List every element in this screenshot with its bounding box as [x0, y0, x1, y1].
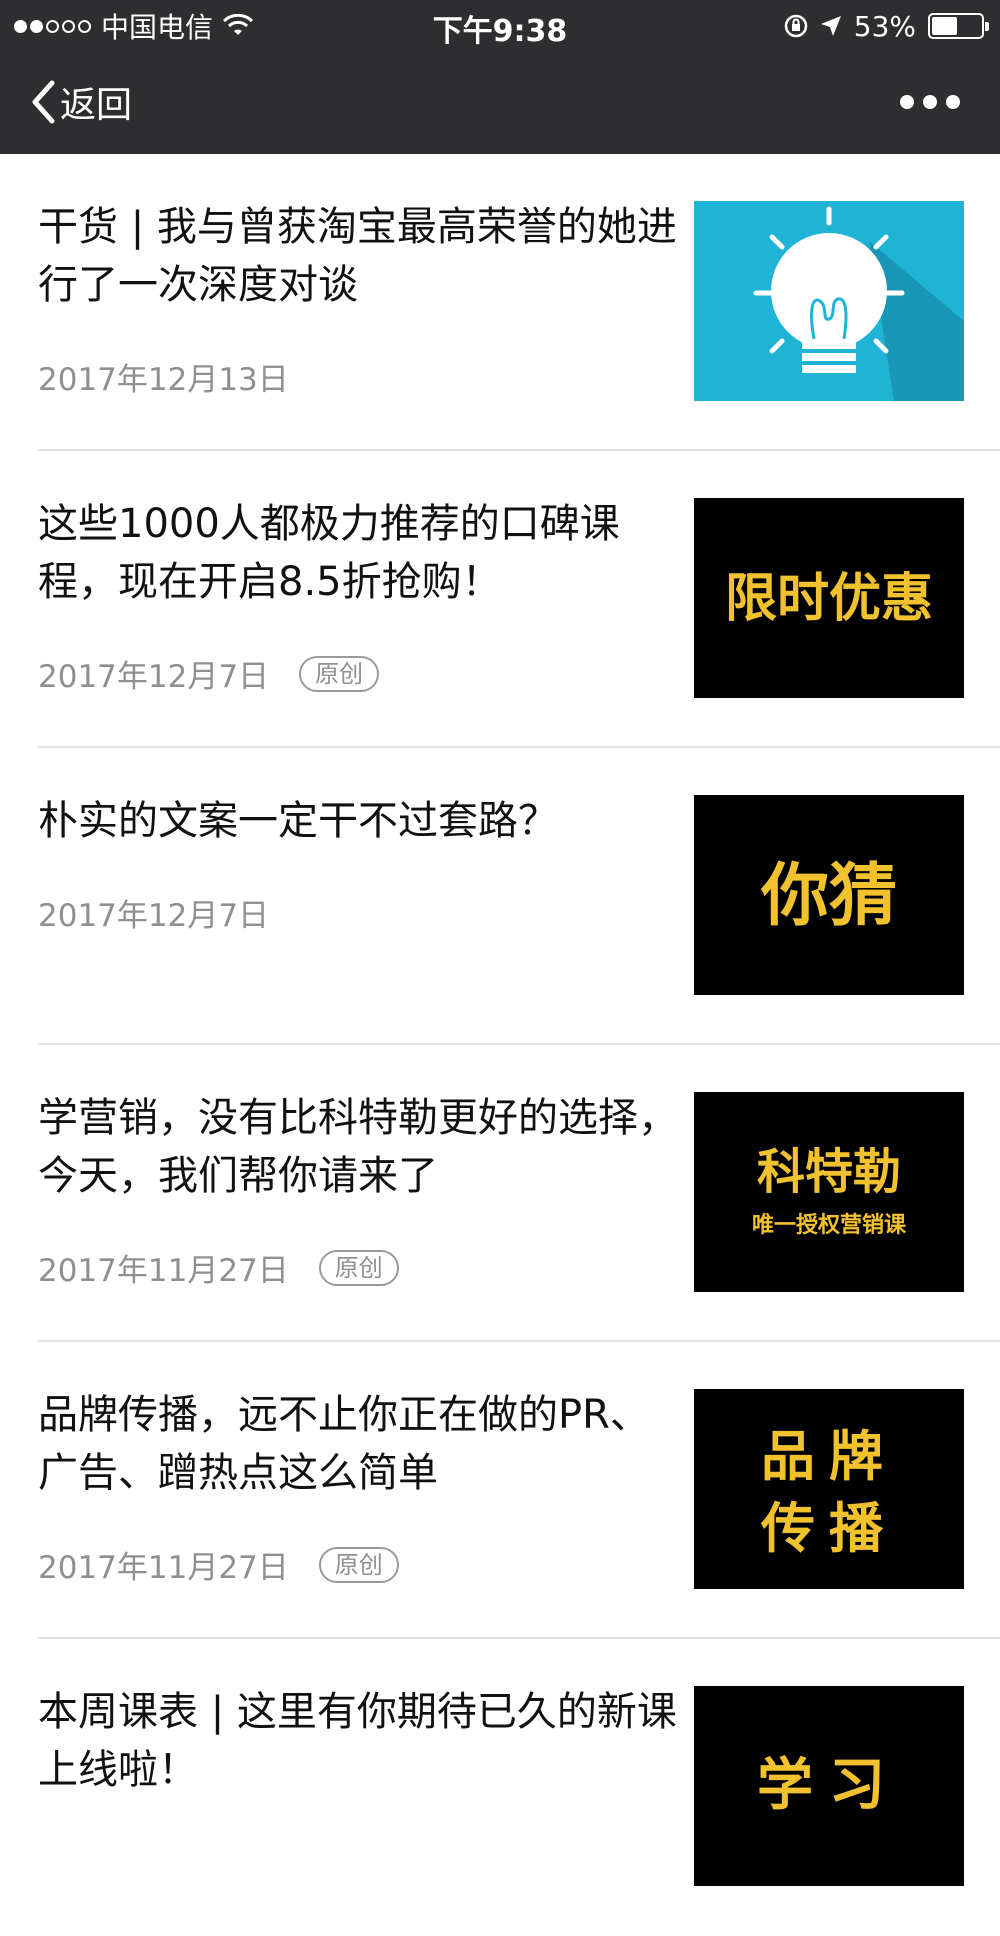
- article-date: 2017年12月13日: [38, 362, 289, 398]
- article-item[interactable]: 学营销，没有比科特勒更好的选择，今天，我们帮你请来了 2017年11月27日 原…: [0, 1045, 1000, 1342]
- article-title: 品牌传播，远不止你正在做的PR、广告、蹭热点这么简单: [38, 1392, 650, 1496]
- thumbnail-text: 科特勒: [757, 1144, 901, 1200]
- article-thumbnail: 科特勒 唯一授权营销课: [694, 1092, 964, 1292]
- original-badge: 原创: [318, 1249, 399, 1286]
- back-button[interactable]: 返回: [30, 72, 132, 132]
- thumbnail-art: 学习: [694, 1686, 964, 1886]
- article-title: 这些1000人都极力推荐的口碑课程，现在开启8.5折抢购！: [38, 501, 620, 605]
- thumbnail-text: 你猜: [760, 856, 897, 936]
- article-meta: 2017年11月27日 原创: [38, 1542, 399, 1587]
- chevron-left-icon: [32, 80, 55, 124]
- article-item[interactable]: 朴实的文案一定干不过套路？ 2017年12月7日 你猜: [0, 748, 1000, 1045]
- battery-icon: [928, 13, 989, 39]
- thumbnail-art: 你猜: [694, 795, 964, 995]
- battery-percent: 53%: [853, 9, 916, 43]
- article-thumbnail: [694, 201, 964, 401]
- article-title: 本周课表 | 这里有你期待已久的新课上线啦！: [38, 1689, 677, 1793]
- back-label: 返回: [60, 85, 133, 126]
- thumbnail-art: 限时优惠: [694, 498, 964, 698]
- article-list: 干货 | 我与曾获淘宝最高荣誉的她进行了一次深度对谈 2017年12月13日 这…: [0, 154, 1000, 1936]
- more-icon[interactable]: [900, 82, 960, 122]
- article-title: 干货 | 我与曾获淘宝最高荣誉的她进行了一次深度对谈: [38, 204, 677, 308]
- location-arrow-icon: [820, 16, 841, 36]
- article-date: 2017年11月27日: [38, 1253, 289, 1289]
- article-thumbnail: 你猜: [694, 795, 964, 995]
- article-meta: 2017年12月7日: [38, 890, 269, 935]
- article-item[interactable]: 品牌传播，远不止你正在做的PR、广告、蹭热点这么简单 2017年11月27日 原…: [0, 1342, 1000, 1639]
- article-thumbnail: 限时优惠: [694, 498, 964, 698]
- article-meta: 2017年11月27日 原创: [38, 1245, 399, 1290]
- thumbnail-subtext: 唯一授权营销课: [752, 1212, 907, 1238]
- thumbnail-text: 限时优惠: [725, 568, 933, 629]
- status-bar: 中国电信 下午9:38 53%: [0, 0, 1000, 52]
- status-right: 53%: [784, 8, 989, 44]
- article-title: 朴实的文案一定干不过套路？: [38, 798, 558, 844]
- article-item[interactable]: 本周课表 | 这里有你期待已久的新课上线啦！ 学习: [0, 1639, 1000, 1936]
- article-item[interactable]: 这些1000人都极力推荐的口碑课程，现在开启8.5折抢购！ 2017年12月7日…: [0, 451, 1000, 748]
- thumbnail-art: 品牌 传播: [694, 1389, 964, 1589]
- thumbnail-text: 学习: [757, 1752, 901, 1818]
- rotation-lock-icon: [784, 14, 808, 38]
- article-date: 2017年11月27日: [38, 1550, 289, 1586]
- thumbnail-text: 品牌: [761, 1424, 897, 1488]
- article-meta: 2017年12月7日 原创: [38, 651, 380, 696]
- nav-bar: 返回: [0, 52, 1000, 154]
- lightbulb-icon: [694, 201, 964, 401]
- article-date: 2017年12月7日: [38, 898, 270, 934]
- article-meta: 2017年12月13日: [38, 354, 289, 399]
- article-item[interactable]: 干货 | 我与曾获淘宝最高荣誉的她进行了一次深度对谈 2017年12月13日: [0, 154, 1000, 451]
- thumbnail-art: 科特勒 唯一授权营销课: [694, 1092, 964, 1292]
- thumbnail-text-line2: 传播: [760, 1496, 897, 1560]
- top-bar: 中国电信 下午9:38 53% 返回: [0, 0, 1000, 154]
- original-badge: 原创: [299, 655, 380, 692]
- article-date: 2017年12月7日: [38, 659, 270, 695]
- battery-fill: [932, 17, 957, 35]
- original-badge: 原创: [318, 1546, 399, 1583]
- article-thumbnail: 学习: [694, 1686, 964, 1886]
- article-thumbnail: 品牌 传播: [694, 1389, 964, 1589]
- article-title: 学营销，没有比科特勒更好的选择，今天，我们帮你请来了: [38, 1095, 678, 1199]
